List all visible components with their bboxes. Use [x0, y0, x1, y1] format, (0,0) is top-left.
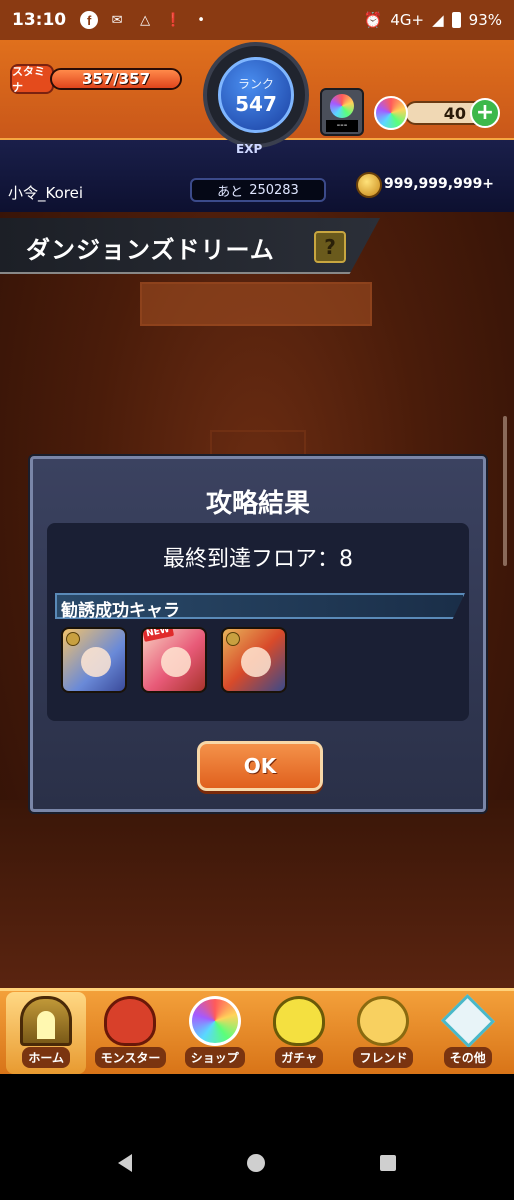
nav-friend[interactable]: フレンド [343, 992, 423, 1074]
exp-value: 250283 [249, 182, 299, 198]
app-notification-icon: △ [140, 12, 151, 28]
status-bar: 13:10 f ✉ △ ❗ • ⏰ 4G+ ◢ 93% [0, 0, 514, 40]
nav-label: フレンド [353, 1046, 414, 1068]
recruited-character-1[interactable] [61, 627, 127, 693]
notification-icon: ✉ [111, 12, 123, 28]
rainbow-orb-icon [374, 96, 408, 130]
stamina-value: 357/357 [81, 70, 151, 88]
nav-label: その他 [443, 1046, 492, 1068]
friend-icon [357, 995, 410, 1046]
screen-gap [0, 1074, 514, 1126]
back-icon[interactable] [117, 1154, 132, 1172]
rank-badge[interactable]: ランク 547 [203, 42, 309, 148]
character-portrait-icon [241, 647, 271, 677]
orb-slot-button[interactable]: --- [320, 88, 364, 136]
orb-mini-icon [330, 94, 354, 118]
element-badge-icon [66, 632, 80, 646]
nav-label: ホーム [22, 1046, 70, 1068]
recruited-character-2[interactable]: NEW [141, 627, 207, 693]
exp-label: EXP [236, 142, 263, 156]
nav-gacha[interactable]: ガチャ [259, 992, 339, 1074]
nav-shop[interactable]: ショップ [175, 992, 255, 1074]
result-panel: 最終到達フロア：8 勧誘成功キャラ NEW [47, 523, 469, 721]
bottom-navigation: ホーム モンスター ショップ ガチャ フレンド その他 [0, 988, 514, 1074]
home-button-icon[interactable] [246, 1154, 265, 1172]
recruited-character-3[interactable] [221, 627, 287, 693]
battery-icon [451, 12, 461, 28]
gold-value: 999,999,999+ [384, 176, 495, 192]
more-dot-icon: • [197, 12, 205, 28]
character-portrait-icon [81, 647, 111, 677]
new-badge: NEW [143, 629, 175, 642]
system-navigation-bar [0, 1126, 514, 1200]
facebook-icon: f [80, 11, 99, 29]
ok-button[interactable]: OK [197, 741, 323, 791]
status-time: 13:10 [12, 10, 67, 30]
result-dialog: 攻略結果 最終到達フロア：8 勧誘成功キャラ NEW OK [30, 456, 486, 812]
corridor-ceiling-light [140, 282, 372, 326]
rank-value: 547 [235, 91, 277, 116]
alarm-icon: ⏰ [363, 11, 383, 29]
exp-prefix: あと [217, 184, 244, 200]
stamina-label: スタミナ [10, 64, 54, 94]
add-orb-button[interactable]: + [470, 98, 500, 128]
signal-icon: ◢ [432, 11, 444, 29]
final-floor-text: 最終到達フロア：8 [163, 547, 353, 572]
shop-icon [188, 995, 241, 1046]
nav-label: モンスター [94, 1046, 167, 1068]
nav-other[interactable]: その他 [428, 992, 508, 1074]
battery-percent: 93% [468, 11, 502, 29]
rank-label: ランク [237, 76, 274, 91]
recent-apps-icon[interactable] [380, 1155, 397, 1171]
alert-icon: ❗ [165, 12, 182, 28]
exp-remaining: あと 250283 [190, 178, 326, 202]
home-icon [20, 995, 73, 1046]
orb-slot-text: --- [326, 120, 358, 132]
corridor-floor [0, 800, 514, 988]
gacha-icon [273, 995, 326, 1046]
nav-monster[interactable]: モンスター [90, 992, 170, 1074]
nav-home[interactable]: ホーム [6, 991, 87, 1074]
page-title: ダンジョンズドリーム [26, 236, 275, 264]
orb-counter: 40 + [374, 96, 502, 130]
recruit-label: 勧誘成功キャラ [61, 601, 180, 621]
stamina-gauge[interactable]: スタミナ 357/357 [10, 62, 182, 96]
scrollbar[interactable] [503, 416, 507, 566]
monster-icon [104, 995, 157, 1046]
element-badge-icon [226, 632, 240, 646]
dialog-title: 攻略結果 [205, 489, 310, 519]
gold-coin-icon [356, 172, 382, 198]
character-portrait-icon [161, 647, 191, 677]
username: 小令_Korei [8, 184, 84, 202]
network-indicator: 4G+ [390, 11, 425, 29]
nav-label: ショップ [184, 1046, 245, 1068]
help-button[interactable]: ? [314, 231, 346, 263]
other-icon [440, 993, 495, 1048]
nav-label: ガチャ [275, 1046, 324, 1068]
